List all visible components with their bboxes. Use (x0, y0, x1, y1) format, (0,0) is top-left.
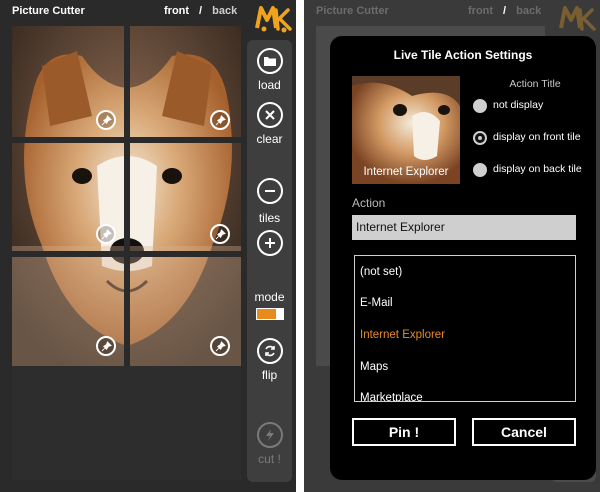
radio-display-front[interactable]: display on front tile (473, 130, 593, 148)
dialog-title: Live Tile Action Settings (393, 48, 533, 62)
action-list[interactable]: (not set) E-Mail Internet Explorer Maps … (354, 255, 576, 402)
back-link: back (516, 5, 542, 17)
action-input[interactable]: Internet Explorer (352, 215, 576, 240)
pin-icon[interactable] (96, 224, 116, 244)
radio-label: display on back tile (493, 163, 582, 175)
pin-icon[interactable] (96, 110, 116, 130)
front-link[interactable]: front (164, 5, 189, 17)
mode-toggle[interactable] (256, 308, 284, 320)
radio-label: display on front tile (493, 131, 581, 143)
radio-display-back[interactable]: display on back tile (473, 162, 593, 180)
tiles-decrease-button[interactable] (257, 178, 283, 204)
tiles-label: tiles (258, 211, 281, 225)
pin-icon[interactable] (210, 110, 230, 130)
front-back-nav: front / back (164, 5, 237, 17)
front-back-nav-dimmed: front / back (468, 5, 541, 17)
settings-screen: Picture Cutter front / back Live Tile Acti… (304, 0, 600, 492)
app-title-dimmed: Picture Cutter (316, 5, 389, 17)
front-link: front (468, 5, 494, 17)
back-link[interactable]: back (212, 5, 237, 17)
minus-icon (265, 190, 275, 192)
top-bar-dimmed: Picture Cutter front / back (304, 0, 600, 31)
mk-logo-icon (255, 6, 292, 33)
tile-preview: Internet Explorer (352, 76, 460, 184)
pin-icon[interactable] (210, 336, 230, 356)
action-title-heading: Action Title (509, 78, 561, 90)
empty-canvas-area (12, 366, 241, 480)
pin-icon[interactable] (210, 224, 230, 244)
list-item[interactable]: Marketplace (360, 392, 423, 401)
list-item[interactable]: E-Mail (360, 297, 393, 309)
app-title: Picture Cutter (12, 5, 85, 17)
list-item[interactable]: (not set) (360, 266, 402, 278)
plus-icon (265, 238, 275, 248)
main-screen: Picture Cutter front / back load clear t… (0, 0, 296, 492)
picture-grid[interactable] (12, 26, 241, 366)
nav-separator: / (199, 5, 203, 17)
load-button[interactable] (257, 48, 283, 74)
cancel-button[interactable]: Cancel (472, 418, 576, 446)
mode-label: mode (254, 290, 285, 304)
tiles-increase-button[interactable] (257, 230, 283, 256)
pin-button[interactable]: Pin ! (352, 418, 456, 446)
refresh-icon (265, 345, 275, 357)
action-label: Action (352, 196, 386, 210)
top-bar: Picture Cutter front / back (0, 0, 296, 33)
folder-icon (264, 57, 276, 66)
clear-label: clear (256, 132, 283, 146)
close-icon (265, 110, 275, 120)
load-label: load (258, 78, 281, 92)
flip-label: flip (261, 368, 278, 382)
radio-button[interactable] (473, 163, 487, 177)
list-item-selected[interactable]: Internet Explorer (360, 329, 445, 341)
flip-button[interactable] (257, 338, 283, 364)
grid-divider-horizontal (12, 251, 241, 257)
tool-sidebar: load clear tiles mode flip cut ! (247, 40, 292, 482)
list-item[interactable]: Maps (360, 361, 388, 373)
clear-button[interactable] (257, 102, 283, 128)
grid-divider-horizontal (12, 137, 241, 143)
radio-label: not display (493, 99, 544, 111)
grid-divider-vertical (124, 26, 130, 366)
radio-button-selected[interactable] (473, 131, 487, 145)
live-tile-settings-dialog: Live Tile Action Settings Internet Explo… (330, 36, 596, 480)
radio-not-display[interactable]: not display (473, 98, 593, 116)
tile-title: Internet Explorer (363, 166, 449, 178)
lightning-icon (266, 429, 274, 441)
pin-icon[interactable] (96, 336, 116, 356)
mk-logo-icon (559, 6, 596, 31)
cut-button[interactable] (257, 422, 283, 448)
nav-separator: / (503, 5, 507, 17)
cut-label: cut ! (258, 452, 281, 466)
radio-button[interactable] (473, 99, 487, 113)
